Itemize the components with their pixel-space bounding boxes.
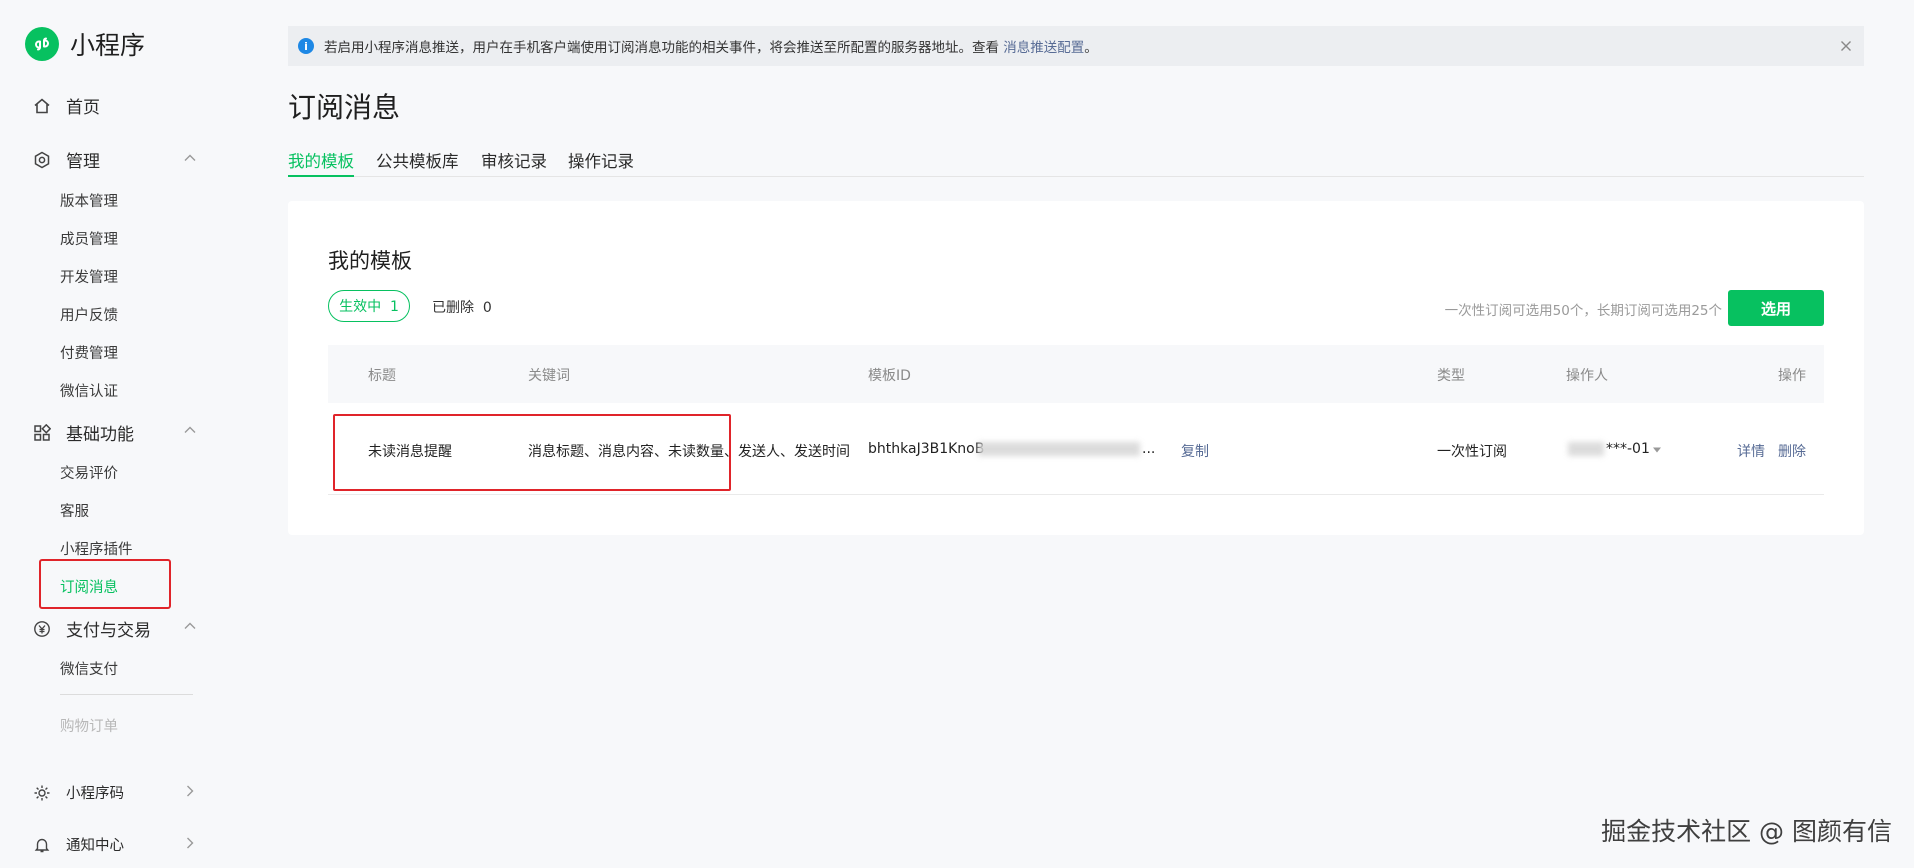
template-id: bhthkaJ3B1KnoB <box>868 441 985 457</box>
bell-icon <box>32 835 52 855</box>
sidebar-item-wechat-pay[interactable]: 微信支付 <box>60 658 118 679</box>
filter-deleted[interactable]: 已删除 0 <box>432 297 492 317</box>
sidebar-item-version[interactable]: 版本管理 <box>60 190 118 211</box>
sidebar-item-wechat-verify[interactable]: 微信认证 <box>60 380 118 401</box>
notice-suffix: 。 <box>1084 40 1098 56</box>
column-title: 标题 <box>368 368 396 384</box>
annotation-highlight-box <box>333 414 731 491</box>
nav-section-payment-label: 支付与交易 <box>66 621 151 641</box>
settings-icon <box>32 150 52 170</box>
sidebar-item-plugins[interactable]: 小程序插件 <box>60 538 133 559</box>
select-template-button[interactable]: 选用 <box>1728 290 1824 326</box>
tab-bar: 我的模板 公共模板库 审核记录 操作记录 <box>288 148 1864 177</box>
column-actions: 操作 <box>1778 368 1806 384</box>
sidebar-item-feedback[interactable]: 用户反馈 <box>60 304 118 325</box>
app-logo[interactable]: 小程序 <box>25 26 145 62</box>
column-keywords: 关键词 <box>528 368 570 384</box>
template-id-ellipsis: ... <box>1142 441 1156 457</box>
home-icon <box>32 96 52 116</box>
quota-text: 一次性订阅可选用50个，长期订阅可选用25个 <box>1444 303 1722 319</box>
sidebar-divider <box>60 694 193 695</box>
close-icon[interactable] <box>1838 38 1854 54</box>
template-operator[interactable]: ***-01 <box>1606 441 1650 457</box>
miniprogram-logo-icon <box>25 27 59 61</box>
column-type: 类型 <box>1437 368 1465 384</box>
template-type: 一次性订阅 <box>1437 444 1507 460</box>
tab-my-templates[interactable]: 我的模板 <box>288 148 354 177</box>
column-template-id: 模板ID <box>868 368 911 384</box>
copy-template-id-link[interactable]: 复制 <box>1181 441 1209 461</box>
nav-qrcode-label: 小程序码 <box>66 786 124 802</box>
nav-home-label: 首页 <box>66 98 100 118</box>
nav-section-manage[interactable]: 管理 <box>32 147 100 172</box>
nav-notifications[interactable]: 通知中心 <box>32 834 124 855</box>
app-name: 小程序 <box>70 31 146 60</box>
details-link[interactable]: 详情 <box>1737 441 1765 461</box>
nav-qrcode[interactable]: 小程序码 <box>32 782 124 803</box>
notice-text: 若启用小程序消息推送，用户在手机客户端使用订阅消息功能的相关事件，将会推送至所配… <box>324 36 1098 56</box>
chevron-right-icon[interactable] <box>182 835 198 851</box>
table-header: 标题 关键词 模板ID 类型 操作人 操作 <box>328 345 1824 403</box>
tab-review-records[interactable]: 审核记录 <box>481 148 547 177</box>
tab-public-library[interactable]: 公共模板库 <box>376 148 459 177</box>
delete-link[interactable]: 删除 <box>1778 441 1806 461</box>
sidebar-item-payment-manage[interactable]: 付费管理 <box>60 342 118 363</box>
info-icon: i <box>298 38 314 54</box>
column-operator: 操作人 <box>1566 368 1608 384</box>
notice-banner: i 若启用小程序消息推送，用户在手机客户端使用订阅消息功能的相关事件，将会推送至… <box>288 26 1864 66</box>
chevron-right-icon[interactable] <box>182 783 198 799</box>
filter-active[interactable]: 生效中 1 <box>328 290 410 322</box>
push-config-link[interactable]: 消息推送配置 <box>1003 40 1084 56</box>
chevron-up-icon[interactable] <box>182 422 198 438</box>
template-card: 我的模板 生效中 1 已删除 0 一次性订阅可选用50个，长期订阅可选用25个 … <box>288 201 1864 535</box>
nav-section-basic-label: 基础功能 <box>66 425 134 445</box>
tab-operation-records[interactable]: 操作记录 <box>568 148 634 177</box>
sidebar-item-dev[interactable]: 开发管理 <box>60 266 118 287</box>
sidebar-item-customer-service[interactable]: 客服 <box>60 500 89 521</box>
notice-message: 若启用小程序消息推送，用户在手机客户端使用订阅消息功能的相关事件，将会推送至所配… <box>324 40 1004 56</box>
nav-section-basic[interactable]: 基础功能 <box>32 420 134 445</box>
chevron-up-icon[interactable] <box>182 618 198 634</box>
nav-section-payment[interactable]: 支付与交易 <box>32 616 151 641</box>
redacted-operator <box>1568 442 1604 456</box>
sidebar-item-review[interactable]: 交易评价 <box>60 462 118 483</box>
nav-section-manage-label: 管理 <box>66 152 100 172</box>
yuan-icon <box>32 619 52 639</box>
page-title: 订阅消息 <box>288 91 401 124</box>
nav-home[interactable]: 首页 <box>32 93 100 118</box>
sidebar: 小程序 首页 管理 版本管理 成员管理 开发管理 用户反馈 付费管理 微信认证 … <box>0 0 232 868</box>
grid-icon <box>32 423 52 443</box>
watermark: 掘金技术社区 @ 图颜有信 <box>1601 817 1892 846</box>
chevron-up-icon[interactable] <box>182 150 198 166</box>
card-title: 我的模板 <box>328 249 412 273</box>
sidebar-item-members[interactable]: 成员管理 <box>60 228 118 249</box>
nav-notifications-label: 通知中心 <box>66 838 124 854</box>
redacted-template-id <box>978 442 1140 456</box>
sidebar-item-shopping-orders: 购物订单 <box>60 719 118 735</box>
caret-down-icon[interactable] <box>1652 447 1662 453</box>
annotation-highlight-box <box>39 559 171 609</box>
sun-icon <box>32 783 52 803</box>
